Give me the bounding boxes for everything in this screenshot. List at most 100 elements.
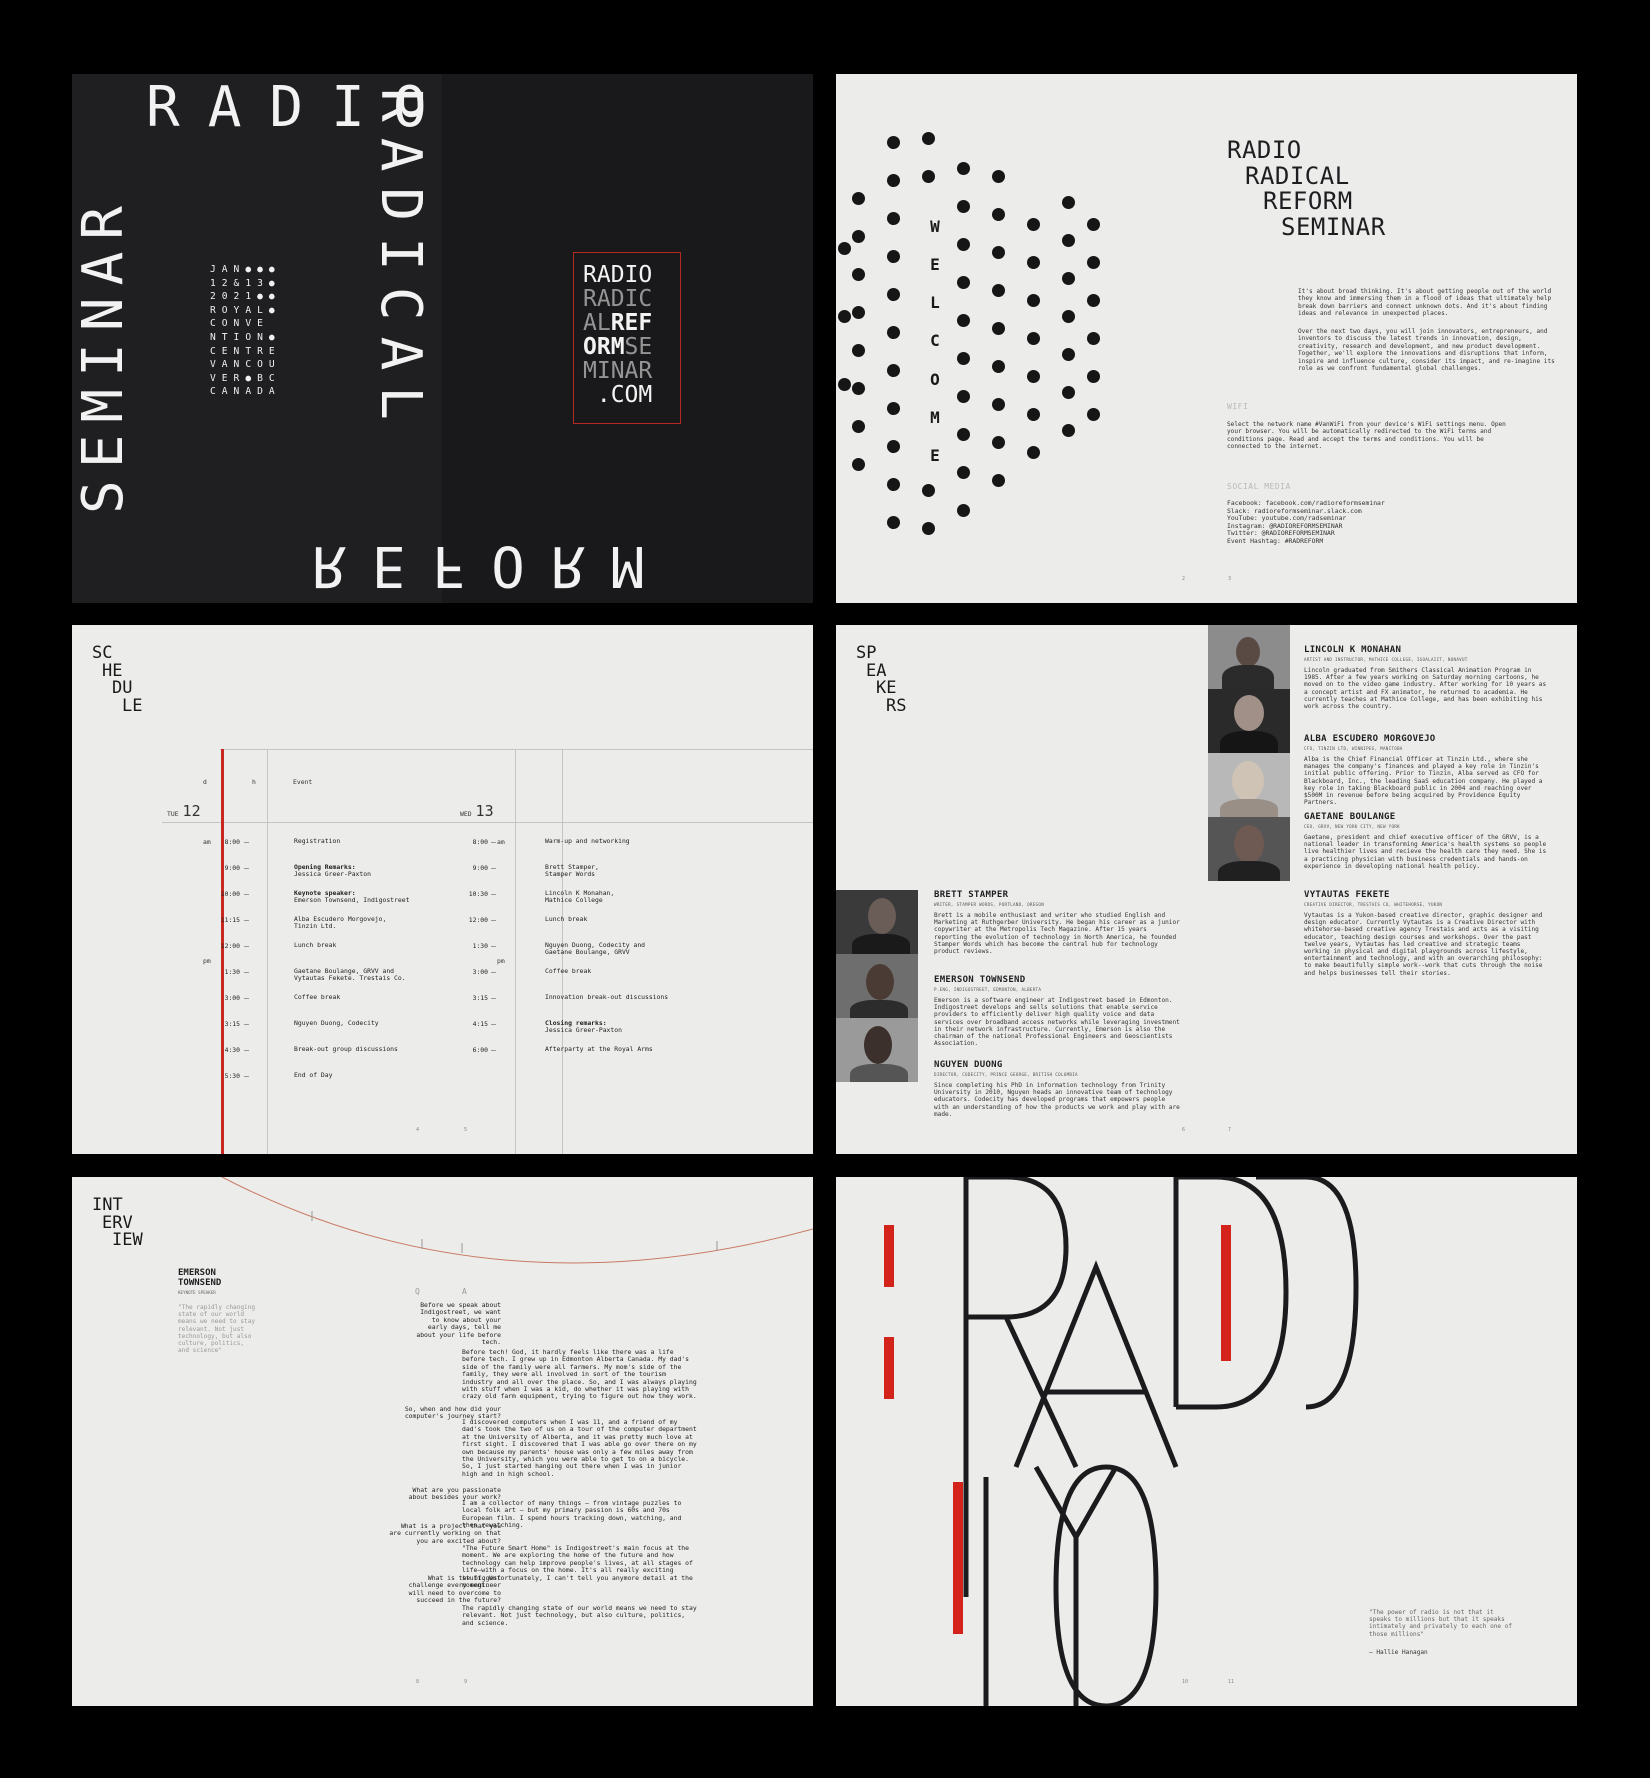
- dot: [838, 378, 851, 391]
- cover-reform-word: REFORM: [312, 533, 671, 598]
- speaker-photo: [1208, 625, 1290, 689]
- dot: [992, 284, 1005, 297]
- schedule-tick: [244, 1076, 249, 1077]
- schedule-event: Lunch break: [545, 915, 588, 923]
- schedule-tick: [244, 868, 249, 869]
- speaker-bio: Lincoln graduated from Smithers Classica…: [1304, 667, 1547, 711]
- dot: [922, 170, 935, 183]
- speaker-role: ARTIST AND INSTRUCTOR, MATHICE COLLEGE, …: [1304, 657, 1468, 662]
- am-label: am: [497, 838, 505, 846]
- dot: [1062, 348, 1075, 361]
- speaker-bio: Since completing his PhD in information …: [934, 1082, 1180, 1118]
- schedule-tick: [491, 946, 496, 947]
- wifi-label: WIFI: [1227, 402, 1249, 411]
- q-label: Q: [415, 1287, 420, 1296]
- cover-radical-word: RADICAL: [368, 88, 433, 437]
- page-number: 6: [1182, 1127, 1186, 1133]
- page-number: 5: [464, 1127, 468, 1133]
- speaker-name: EMERSON TOWNSEND: [934, 975, 1026, 985]
- schedule-tick: [491, 894, 496, 895]
- accent-bar: [953, 1482, 963, 1634]
- title-line: RADICAL: [1245, 161, 1350, 190]
- speaker-bio: Alba is the Chief Financial Officer at T…: [1304, 756, 1543, 807]
- schedule-time: 10:30: [468, 890, 488, 898]
- a-label: A: [462, 1287, 467, 1296]
- speaker-role: P.ENG, INDIGOSTREET, EDMONTON, ALBERTA: [934, 987, 1042, 992]
- day-wed: WED 13: [460, 802, 494, 820]
- interview-heading: INT ERV IEW: [92, 1196, 143, 1250]
- col-h-label: h: [252, 778, 256, 786]
- schedule-tick: [491, 1050, 496, 1051]
- schedule-tick: [491, 1024, 496, 1025]
- dot: [922, 484, 935, 497]
- dot: [1087, 370, 1100, 383]
- poster-quote-attribution: — Hallie Hanagan: [1369, 1649, 1428, 1656]
- schedule-tick: [244, 1024, 249, 1025]
- page-number: 9: [464, 1679, 468, 1685]
- welcome-letter: C: [930, 331, 940, 350]
- welcome-spread: W E L C O M E RADIO RADICAL REFORM SEMIN…: [836, 74, 1577, 603]
- dot: [887, 478, 900, 491]
- grid-line: [220, 749, 813, 750]
- schedule-event: Lunch break: [294, 941, 337, 949]
- schedule-time: 1:30: [472, 942, 488, 950]
- speaker-name: GAETANE BOULANGE: [1304, 812, 1396, 822]
- dot: [887, 250, 900, 263]
- schedule-time: 3:15: [224, 1020, 240, 1028]
- schedule-event: Registration: [294, 837, 341, 845]
- welcome-title: RADIO RADICAL REFORM SEMINAR: [1227, 137, 1386, 240]
- heading-line: IEW: [112, 1230, 143, 1250]
- dot: [1062, 310, 1075, 323]
- dot: [992, 246, 1005, 259]
- schedule-time: 3:00: [472, 968, 488, 976]
- speaker-bio: Brett is a mobile enthusiast and writer …: [934, 912, 1180, 956]
- heading-line: SC: [92, 643, 113, 663]
- speaker-photo: [836, 1018, 918, 1082]
- welcome-letter: W: [930, 217, 940, 236]
- dot: [1027, 256, 1040, 269]
- dot: [852, 192, 865, 205]
- dot: [1027, 294, 1040, 307]
- cover-spread: RADIO RADICAL SEMINAR REFORM JAN●●● 12&1…: [72, 74, 813, 603]
- dot: [957, 200, 970, 213]
- dot: [838, 310, 851, 323]
- answer: "The Future Smart Home" is Indigostreet'…: [462, 1544, 693, 1590]
- speaker-role: CFO, TINZIN LTD, WINNIPEG, MANITOBA: [1304, 746, 1403, 751]
- dot: [957, 238, 970, 251]
- dot: [992, 398, 1005, 411]
- speaker-name: VYTAUTAS FEKETE: [1304, 890, 1390, 900]
- cover-url-block[interactable]: RADIO RADIC ALREF ORMSE MINAR .COM: [573, 252, 681, 424]
- dot: [957, 504, 970, 517]
- dot: [887, 174, 900, 187]
- schedule-tick: [244, 1050, 249, 1051]
- url-line-6: .COM: [596, 382, 653, 408]
- dot: [957, 276, 970, 289]
- heading-line: LE: [122, 695, 143, 716]
- schedule-time: 11:15: [220, 916, 240, 924]
- schedule-tick: [491, 842, 496, 843]
- poster-quote: "The power of radio is not that it speak…: [1369, 1609, 1513, 1638]
- url-line-5: MINAR: [583, 358, 653, 384]
- dot: [838, 242, 851, 255]
- welcome-letter: E: [930, 446, 940, 465]
- schedule-time: 9:00: [224, 864, 240, 872]
- schedule-event: Warm-up and networking: [545, 837, 630, 845]
- schedule-event: Lincoln K Monahan, Mathice College: [545, 889, 615, 905]
- accent-bar: [884, 1225, 894, 1287]
- social-media-label: SOCIAL MEDIA: [1227, 482, 1291, 491]
- answer: I discovered computers when I was 11, an…: [462, 1418, 697, 1478]
- dot: [852, 344, 865, 357]
- pm-label: pm: [497, 957, 505, 965]
- schedule-time: 3:00: [224, 994, 240, 1002]
- dot: [957, 314, 970, 327]
- speaker-photo: [836, 954, 918, 1018]
- schedule-tick: [244, 894, 249, 895]
- schedule-event: Nguyen Duong, Codecity: [294, 1019, 379, 1027]
- dot: [992, 170, 1005, 183]
- cover-event-details: JAN●●● 12&13● 2021●● ROYAL● CONVE NTION●…: [210, 264, 281, 398]
- dot: [1087, 218, 1100, 231]
- dot: [992, 360, 1005, 373]
- dot: [852, 382, 865, 395]
- url-line-3: ALREF: [583, 310, 653, 336]
- speakers-heading: SP EA KE RS: [856, 644, 906, 715]
